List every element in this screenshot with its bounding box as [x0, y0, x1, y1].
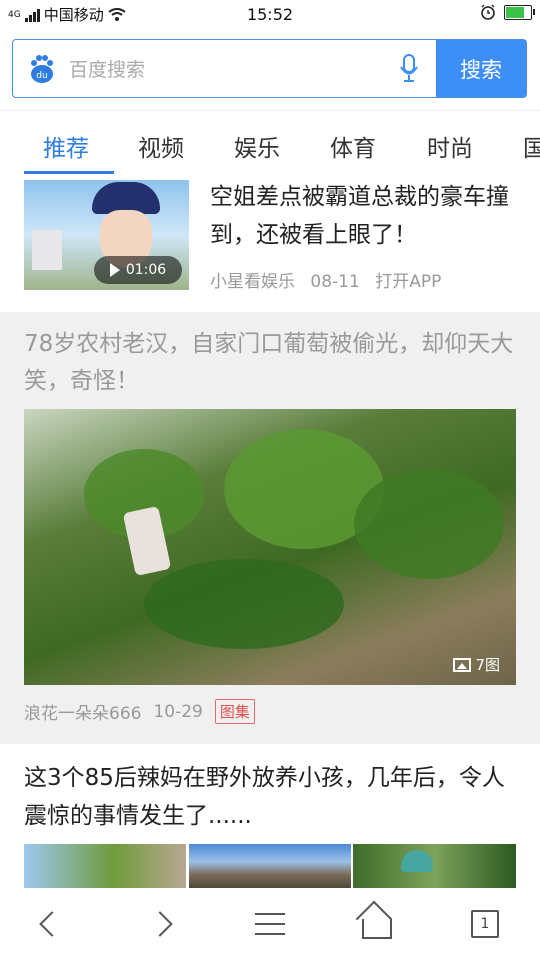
video-duration-pill: 01:06: [94, 256, 182, 284]
bottom-navigation: 1: [0, 888, 540, 960]
baidu-paw-logo-icon: du: [31, 54, 53, 83]
menu-icon: [255, 913, 285, 935]
feed-item-gallery[interactable]: 78岁农村老汉，自家门口葡萄被偷光，却仰天大笑，奇怪！ 7图 浪花一朵朵666 …: [0, 312, 540, 744]
home-icon: [362, 919, 392, 939]
baidu-logo-text: du: [36, 71, 47, 81]
source-name: 浪花一朵朵666: [24, 704, 142, 724]
thumbnail-2[interactable]: [189, 844, 351, 888]
foliage: [354, 469, 504, 579]
back-button[interactable]: [34, 906, 70, 942]
image-icon: [453, 657, 472, 672]
tabs-button[interactable]: 1: [467, 906, 503, 942]
microphone-icon[interactable]: [400, 54, 418, 82]
feed-item-title[interactable]: 这3个85后辣妈在野外放养小孩，几年后，令人震惊的事情发生了......: [24, 759, 520, 835]
video-duration: 01:06: [125, 262, 167, 278]
publish-date: 08-11: [310, 272, 360, 292]
source-name: 小星看娱乐: [210, 272, 295, 292]
status-bar: 4G 中国移动 15:52: [0, 0, 540, 30]
photo-count: 7图: [475, 656, 500, 674]
search-placeholder: 百度搜索: [69, 59, 146, 81]
search-input[interactable]: du 百度搜索: [13, 40, 436, 97]
feed-item-video[interactable]: 01:06 空姐差点被霸道总裁的豪车撞到，还被看上眼了！ 小星看娱乐 08-11…: [0, 175, 540, 310]
video-thumbnail[interactable]: 01:06: [24, 180, 189, 290]
active-tab-indicator: [24, 171, 114, 174]
tab-international[interactable]: 国: [523, 129, 540, 163]
battery-icon: [504, 4, 535, 20]
alarm-icon: [481, 4, 495, 20]
foliage: [144, 559, 344, 649]
search-bar: du 百度搜索 搜索: [12, 39, 527, 98]
home-button[interactable]: [359, 906, 395, 942]
play-icon: [109, 263, 120, 277]
tab-fashion[interactable]: 时尚: [427, 129, 473, 163]
search-button[interactable]: 搜索: [436, 40, 526, 97]
feed-item-title[interactable]: 空姐差点被霸道总裁的豪车撞到，还被看上眼了！: [210, 178, 520, 254]
menu-button[interactable]: [252, 906, 288, 942]
clock: 15:52: [246, 5, 294, 24]
tab-count: 1: [471, 910, 499, 938]
feed-item-meta: 浪花一朵朵666 10-29 图集: [24, 699, 255, 724]
status-right: [480, 4, 535, 20]
tab-sports[interactable]: 体育: [330, 129, 376, 163]
tab-entertainment[interactable]: 娱乐: [234, 129, 280, 163]
thumbnail-background: [32, 230, 62, 270]
back-arrow-icon: [39, 911, 65, 937]
thumbnail-1[interactable]: [24, 844, 186, 888]
forward-button[interactable]: [142, 906, 178, 942]
channel-tabs: 推荐 视频 娱乐 体育 时尚 国: [0, 110, 540, 176]
open-app-link[interactable]: 打开APP: [375, 272, 441, 292]
tab-video[interactable]: 视频: [138, 129, 184, 163]
feed-item-title[interactable]: 78岁农村老汉，自家门口葡萄被偷光，却仰天大笑，奇怪！: [24, 326, 520, 400]
photo-count-badge: 7图: [453, 654, 500, 675]
thumbnail-helmet: [401, 850, 433, 872]
gallery-cover-image[interactable]: 7图: [24, 409, 516, 685]
thumbnail-3[interactable]: [353, 844, 516, 888]
gallery-badge: 图集: [214, 699, 255, 724]
forward-arrow-icon: [147, 911, 173, 937]
tab-recommend[interactable]: 推荐: [43, 129, 89, 163]
feed-item-meta: 小星看娱乐 08-11 打开APP: [210, 267, 451, 292]
publish-date: 10-29: [153, 701, 203, 722]
